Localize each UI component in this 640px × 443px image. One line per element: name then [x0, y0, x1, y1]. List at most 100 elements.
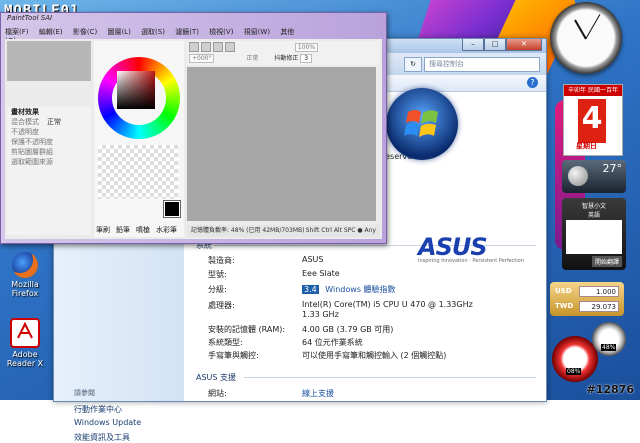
refresh-button[interactable]: ↻ [404, 57, 422, 72]
section-asus-support-heading: ASUS 支援 [196, 373, 237, 382]
see-also-heading: 請參閱 [74, 389, 95, 397]
calendar-day: 4 [578, 99, 606, 143]
currency-row: USD 1.000 [553, 285, 621, 298]
drawing-canvas[interactable] [187, 67, 376, 221]
stabilizer-field[interactable]: 3 [300, 54, 313, 63]
selection-source-checkbox[interactable]: 選取範圍來源 [11, 157, 53, 167]
sysinfo-value: 1.33 GHz [302, 310, 339, 319]
firefox-icon [12, 252, 38, 278]
weather-gadget[interactable]: 27° [562, 160, 626, 193]
calendar-weekday: 星期日 [576, 142, 597, 150]
sysinfo-value: Intel(R) Core(TM) i5 CPU U 470 @ 1.33GHz [302, 300, 473, 309]
memory-gauge: 48% [592, 322, 626, 356]
translator-input[interactable] [566, 220, 622, 254]
tab-pencil[interactable]: 鉛筆 [116, 225, 130, 235]
menu-image[interactable]: 影像(C) [73, 28, 97, 36]
calendar-gadget[interactable]: 辛卯年 民國一百年 4 星期日 [563, 84, 623, 156]
navigator-panel[interactable] [7, 41, 91, 81]
blend-mode-field[interactable]: 正常 [246, 55, 258, 62]
link-action-center[interactable]: 行動作業中心 [74, 404, 122, 415]
menu-select[interactable]: 選取(S) [141, 28, 165, 36]
foreground-color-swatch[interactable] [163, 200, 181, 218]
asus-tagline: Inspiring Innovation · Persistent Perfec… [418, 258, 524, 264]
sai-titlebar: PaintTool SAI [1, 13, 386, 26]
menu-window[interactable]: 視窗(W) [244, 28, 270, 36]
sysinfo-key: 型號: [208, 270, 227, 279]
sysinfo-key: 分級: [208, 285, 227, 294]
menu-view[interactable]: 檢視(V) [209, 28, 233, 36]
wand-tool-icon[interactable] [213, 42, 223, 52]
weather-temperature: 27° [602, 162, 623, 175]
sai-workspace: 畫材效果 混合模式 正常 不透明度 保護不透明度 剪貼圖層群組 選取範圍來源 筆… [5, 39, 382, 239]
desktop-icon-label: Adobe Reader X [6, 350, 44, 368]
rating-score: 3.4 [302, 285, 319, 294]
modifier-keys: Shift Ctrl Alt SPC ● Any [305, 227, 376, 234]
post-id-watermark: #12876 [586, 383, 635, 396]
sysinfo-key: 系統類型: [208, 338, 243, 347]
sysinfo-value: 64 位元作業系統 [302, 338, 363, 347]
search-placeholder: 搜尋控制台 [429, 60, 464, 68]
currency-row: TWD 29.073 [553, 300, 621, 313]
blend-mode-select[interactable]: 正常 [47, 117, 61, 127]
tab-airbrush[interactable]: 噴槍 [136, 225, 150, 235]
clipping-group-checkbox[interactable]: 剪貼圖層群組 [11, 147, 53, 157]
currency-code[interactable]: TWD [555, 302, 573, 310]
menu-edit[interactable]: 編輯(E) [39, 28, 63, 36]
sysinfo-key: 安裝的記憶體 (RAM): [208, 325, 286, 334]
cpu-usage: 08% [566, 368, 582, 375]
help-icon[interactable]: ? [527, 77, 538, 88]
clock-hour-hand [574, 19, 587, 40]
clock-gadget[interactable] [550, 2, 622, 74]
sysinfo-value: Eee Slate [302, 269, 340, 278]
translator-gadget[interactable]: 智慧小文 英語 開始翻譯 [562, 198, 626, 270]
select-tool-icon[interactable] [189, 42, 199, 52]
lasso-tool-icon[interactable] [201, 42, 211, 52]
adobe-reader-icon [10, 318, 40, 348]
sysinfo-value: 4.00 GB (3.79 GB 可用) [302, 325, 394, 334]
brush-effects-heading: 畫材效果 [11, 108, 39, 116]
online-support-link[interactable]: 線上支援 [302, 388, 334, 399]
rotation-field[interactable]: +000° [189, 54, 215, 63]
layer-properties-panel: 畫材效果 混合模式 正常 不透明度 保護不透明度 剪貼圖層群組 選取範圍來源 [7, 107, 91, 235]
menu-file[interactable]: 檔案(F) [5, 28, 29, 36]
sai-menubar: 檔案(F) 編輯(E) 影像(C) 圖層(L) 選取(S) 濾鏡(T) 檢視(V… [5, 27, 305, 45]
link-windows-update[interactable]: Windows Update [74, 418, 141, 427]
search-input[interactable]: 搜尋控制台 [424, 57, 540, 72]
calendar-year: 辛卯年 民國一百年 [564, 85, 622, 96]
sai-title: PaintTool SAI [7, 14, 53, 22]
opacity-field[interactable]: 100% [294, 42, 319, 52]
sysinfo-key: 手寫筆與觸控: [208, 351, 259, 360]
stabilizer-label: 抖動修正 [274, 55, 299, 62]
cpu-gauge: 08% [552, 336, 598, 382]
currency-gadget: USD 1.000 TWD 29.073 [550, 282, 624, 316]
painttool-sai-window: PaintTool SAI 檔案(F) 編輯(E) 影像(C) 圖層(L) 選取… [0, 12, 387, 244]
memory-status: 記憶體負載率: 48% (已用 42MB/703MB) [191, 227, 305, 234]
close-button[interactable]: ✕ [506, 39, 542, 51]
link-performance-tools[interactable]: 效能資訊及工具 [74, 432, 130, 443]
tab-brush[interactable]: 筆刷 [96, 225, 110, 235]
opacity-label: 不透明度 [11, 128, 39, 136]
desktop-icon-adobe-reader[interactable]: Adobe Reader X [0, 318, 50, 368]
menu-filter[interactable]: 濾鏡(T) [175, 28, 199, 36]
desktop-icon-firefox[interactable]: Mozilla Firefox [0, 252, 50, 298]
scratch-pad[interactable] [98, 145, 178, 199]
minimize-button[interactable]: – [462, 39, 484, 51]
clock-minute-hand [585, 14, 601, 39]
currency-value[interactable]: 29.073 [579, 301, 619, 312]
tab-watercolor[interactable]: 水彩筆 [156, 225, 177, 235]
windows-experience-link[interactable]: Windows 體驗指數 [325, 285, 395, 294]
currency-code[interactable]: USD [555, 287, 572, 295]
menu-layer[interactable]: 圖層(L) [107, 28, 130, 36]
preserve-opacity-checkbox[interactable]: 保護不透明度 [11, 137, 53, 147]
move-tool-icon[interactable] [225, 42, 235, 52]
divider [244, 377, 536, 378]
maximize-button[interactable]: □ [484, 39, 506, 51]
translate-button[interactable]: 開始翻譯 [591, 256, 622, 267]
sai-toolbar: 100% +000° 正常 抖動修正 3 [187, 41, 380, 65]
color-panel: 筆刷 鉛筆 噴槍 水彩筆 [94, 41, 184, 237]
sysinfo-key: 網站: [208, 389, 227, 398]
saturation-value-square[interactable] [117, 71, 155, 109]
currency-value[interactable]: 1.000 [579, 286, 619, 297]
sysinfo-value: 可以使用手寫筆和觸控輸入 (2 個觸控點) [302, 351, 447, 360]
sysinfo-key: 處理器: [208, 301, 235, 310]
